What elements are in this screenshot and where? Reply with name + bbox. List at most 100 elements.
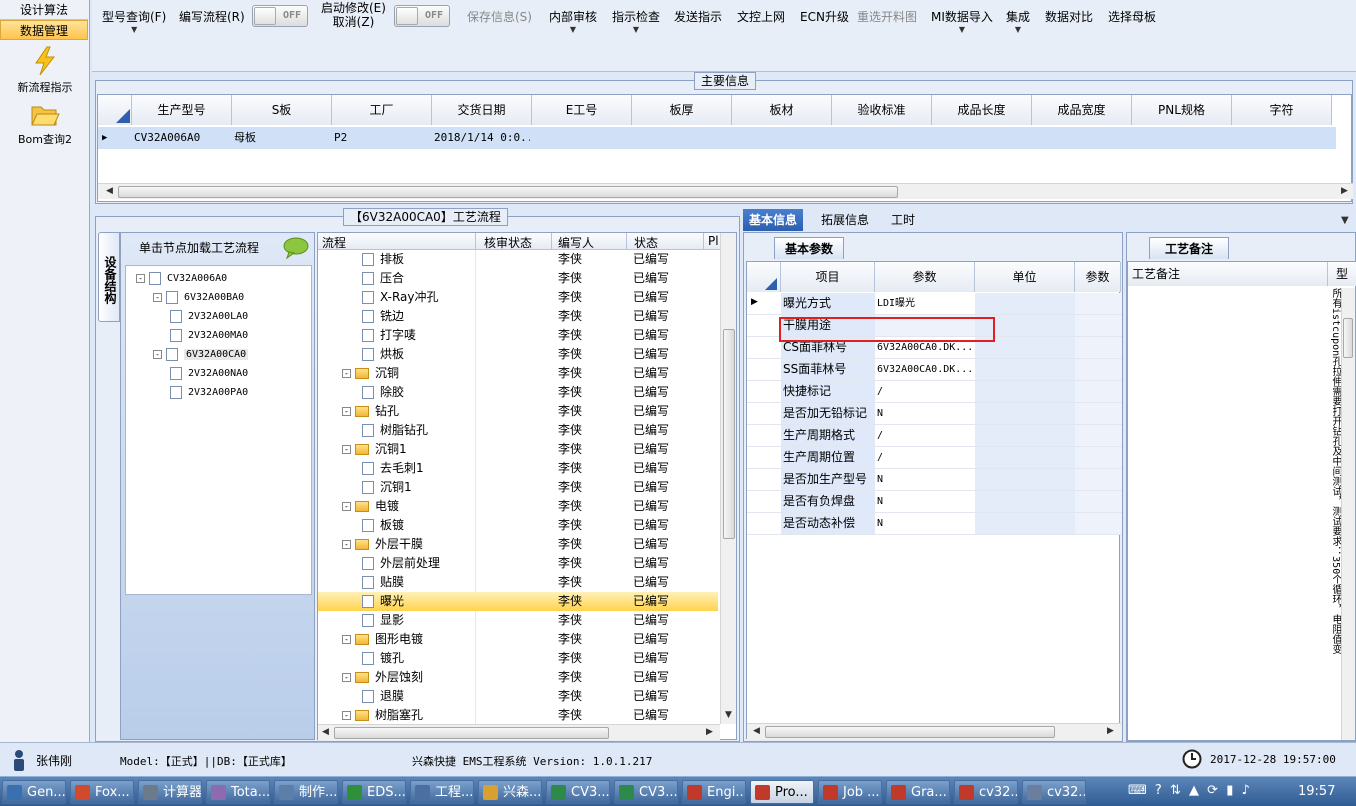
collapse-icon[interactable]: -: [342, 369, 351, 378]
param-extra[interactable]: [1075, 359, 1122, 380]
edit-flow-toggle[interactable]: OFF: [252, 5, 308, 27]
param-value[interactable]: N: [875, 403, 975, 424]
network-icon[interactable]: ⇅: [1170, 783, 1181, 798]
scroll-thumb[interactable]: [334, 727, 609, 739]
reselect-material-button[interactable]: 重选开料图: [857, 8, 917, 25]
param-unit[interactable]: [975, 293, 1075, 314]
param-extra[interactable]: [1075, 315, 1122, 336]
param-extra[interactable]: [1075, 403, 1122, 424]
param-value[interactable]: LDI曝光: [875, 293, 975, 314]
param-row[interactable]: ▶ 曝光方式 LDI曝光: [747, 293, 1122, 315]
collapse-icon[interactable]: -: [342, 445, 351, 454]
flow-row[interactable]: - 沉铜 李侠 已编写: [318, 364, 718, 383]
flow-row[interactable]: 镀孔 李侠 已编写: [318, 649, 718, 668]
collapse-icon[interactable]: -: [342, 540, 351, 549]
col-header[interactable]: 交货日期: [432, 95, 532, 125]
tab-basic-info[interactable]: 基本信息: [743, 209, 804, 231]
internal-review-button[interactable]: 内部审核 ▼: [549, 8, 597, 35]
col-header[interactable]: 成品宽度: [1032, 95, 1132, 125]
send-instruction-button[interactable]: 发送指示: [674, 8, 722, 25]
flow-row[interactable]: 排板 李侠 已编写: [318, 250, 718, 269]
flow-row[interactable]: 贴膜 李侠 已编写: [318, 573, 718, 592]
flow-row[interactable]: 打字唛 李侠 已编写: [318, 326, 718, 345]
scroll-down-icon[interactable]: ▼: [725, 710, 732, 720]
col-header[interactable]: E工号: [532, 95, 632, 125]
scroll-left-icon[interactable]: ◀: [106, 186, 113, 196]
keyboard-icon[interactable]: ⌨: [1128, 783, 1147, 798]
param-row[interactable]: 是否加生产型号 N: [747, 469, 1122, 491]
taskbar-button[interactable]: Job ...: [818, 780, 882, 804]
subtab-basic-params[interactable]: 基本参数: [774, 237, 844, 259]
flow-row[interactable]: X-Ray冲孔 李侠 已编写: [318, 288, 718, 307]
param-value[interactable]: /: [875, 425, 975, 446]
scroll-left-icon[interactable]: ◀: [322, 727, 329, 737]
col-header[interactable]: PNL规格: [1132, 95, 1232, 125]
flow-row[interactable]: 板镀 李侠 已编写: [318, 516, 718, 535]
table-row[interactable]: ▶ CV32A006A0 母板 P2 2018/1/14 0:0...: [98, 127, 1336, 149]
taskbar-clock[interactable]: 19:57: [1298, 784, 1335, 799]
taskbar-button[interactable]: 工程...: [410, 780, 474, 804]
flow-row[interactable]: - 电镀 李侠 已编写: [318, 497, 718, 516]
ecn-upgrade-button[interactable]: ECN升级: [800, 8, 849, 25]
param-extra[interactable]: [1075, 293, 1122, 314]
col-header[interactable]: 字符: [1232, 95, 1332, 125]
param-extra[interactable]: [1075, 469, 1122, 490]
flow-row[interactable]: 去毛刺1 李侠 已编写: [318, 459, 718, 478]
taskbar-button[interactable]: Gra...: [886, 780, 950, 804]
param-row[interactable]: 是否有负焊盘 N: [747, 491, 1122, 513]
param-extra[interactable]: [1075, 425, 1122, 446]
taskbar-button[interactable]: EDS...: [342, 780, 406, 804]
nav-item-new-flow-instruction[interactable]: 新流程指示: [0, 46, 90, 95]
upload-docs-button[interactable]: 文控上网: [737, 8, 785, 25]
modify-toggle[interactable]: OFF: [394, 5, 450, 27]
param-value[interactable]: /: [875, 447, 975, 468]
param-extra[interactable]: [1075, 447, 1122, 468]
mi-import-button[interactable]: MI数据导入 ▼: [931, 8, 993, 35]
scroll-right-icon[interactable]: ▶: [1107, 726, 1114, 736]
show-hidden-icons-icon[interactable]: ▲: [1189, 783, 1199, 798]
param-value[interactable]: N: [875, 469, 975, 490]
edit-flow-button[interactable]: 编写流程(R): [179, 8, 245, 25]
collapse-icon[interactable]: -: [342, 407, 351, 416]
nav-tab-design-algorithm[interactable]: 设计算法: [0, 0, 88, 20]
scroll-thumb[interactable]: [723, 329, 735, 539]
param-extra[interactable]: [1075, 381, 1122, 402]
tab-work-hours[interactable]: 工时: [885, 209, 921, 231]
vertical-scrollbar[interactable]: ▼: [720, 233, 736, 724]
param-unit[interactable]: [975, 425, 1075, 446]
param-row[interactable]: 是否加无铅标记 N: [747, 403, 1122, 425]
taskbar-button[interactable]: Engi...: [682, 780, 746, 804]
horizontal-scrollbar[interactable]: ◀ ▶: [747, 723, 1121, 739]
tree-node[interactable]: - 6V32A00BA0: [153, 289, 244, 307]
notes-tab[interactable]: 工艺备注: [1149, 237, 1229, 259]
taskbar-button[interactable]: Fox...: [70, 780, 134, 804]
flow-row[interactable]: - 外层蚀刻 李侠 已编写: [318, 668, 718, 687]
taskbar-button[interactable]: Pro...: [750, 780, 814, 804]
param-extra[interactable]: [1075, 491, 1122, 512]
tree-node[interactable]: 2V32A00MA0: [170, 327, 248, 345]
tree-node[interactable]: 2V32A00LA0: [170, 308, 248, 326]
param-value[interactable]: /: [875, 381, 975, 402]
scroll-left-icon[interactable]: ◀: [753, 726, 760, 736]
scroll-thumb[interactable]: [765, 726, 1055, 738]
flow-row[interactable]: 除胶 李侠 已编写: [318, 383, 718, 402]
col-header[interactable]: 板材: [732, 95, 832, 125]
collapse-icon[interactable]: -: [136, 273, 145, 283]
sync-icon[interactable]: ⟳: [1207, 783, 1218, 798]
integrate-button[interactable]: 集成 ▼: [1006, 8, 1030, 35]
help-icon[interactable]: ?: [1155, 783, 1162, 798]
flow-row[interactable]: 树脂钻孔 李侠 已编写: [318, 421, 718, 440]
instruction-check-button[interactable]: 指示检查 ▼: [612, 8, 660, 35]
flow-row[interactable]: - 钻孔 李侠 已编写: [318, 402, 718, 421]
param-row[interactable]: 生产周期格式 /: [747, 425, 1122, 447]
scroll-right-icon[interactable]: ▶: [706, 727, 713, 737]
flow-row[interactable]: 铣边 李侠 已编写: [318, 307, 718, 326]
volume-icon[interactable]: ♪: [1241, 783, 1249, 798]
flow-row[interactable]: - 树脂塞孔 李侠 已编写: [318, 706, 718, 724]
data-compare-button[interactable]: 数据对比: [1045, 8, 1093, 25]
tree-node[interactable]: - 6V32A00CA0: [153, 346, 249, 364]
nav-item-bom-query[interactable]: Bom查询2: [0, 102, 90, 147]
col-header[interactable]: 板厚: [632, 95, 732, 125]
flow-row[interactable]: 烘板 李侠 已编写: [318, 345, 718, 364]
select-master-button[interactable]: 选择母板: [1108, 8, 1156, 25]
